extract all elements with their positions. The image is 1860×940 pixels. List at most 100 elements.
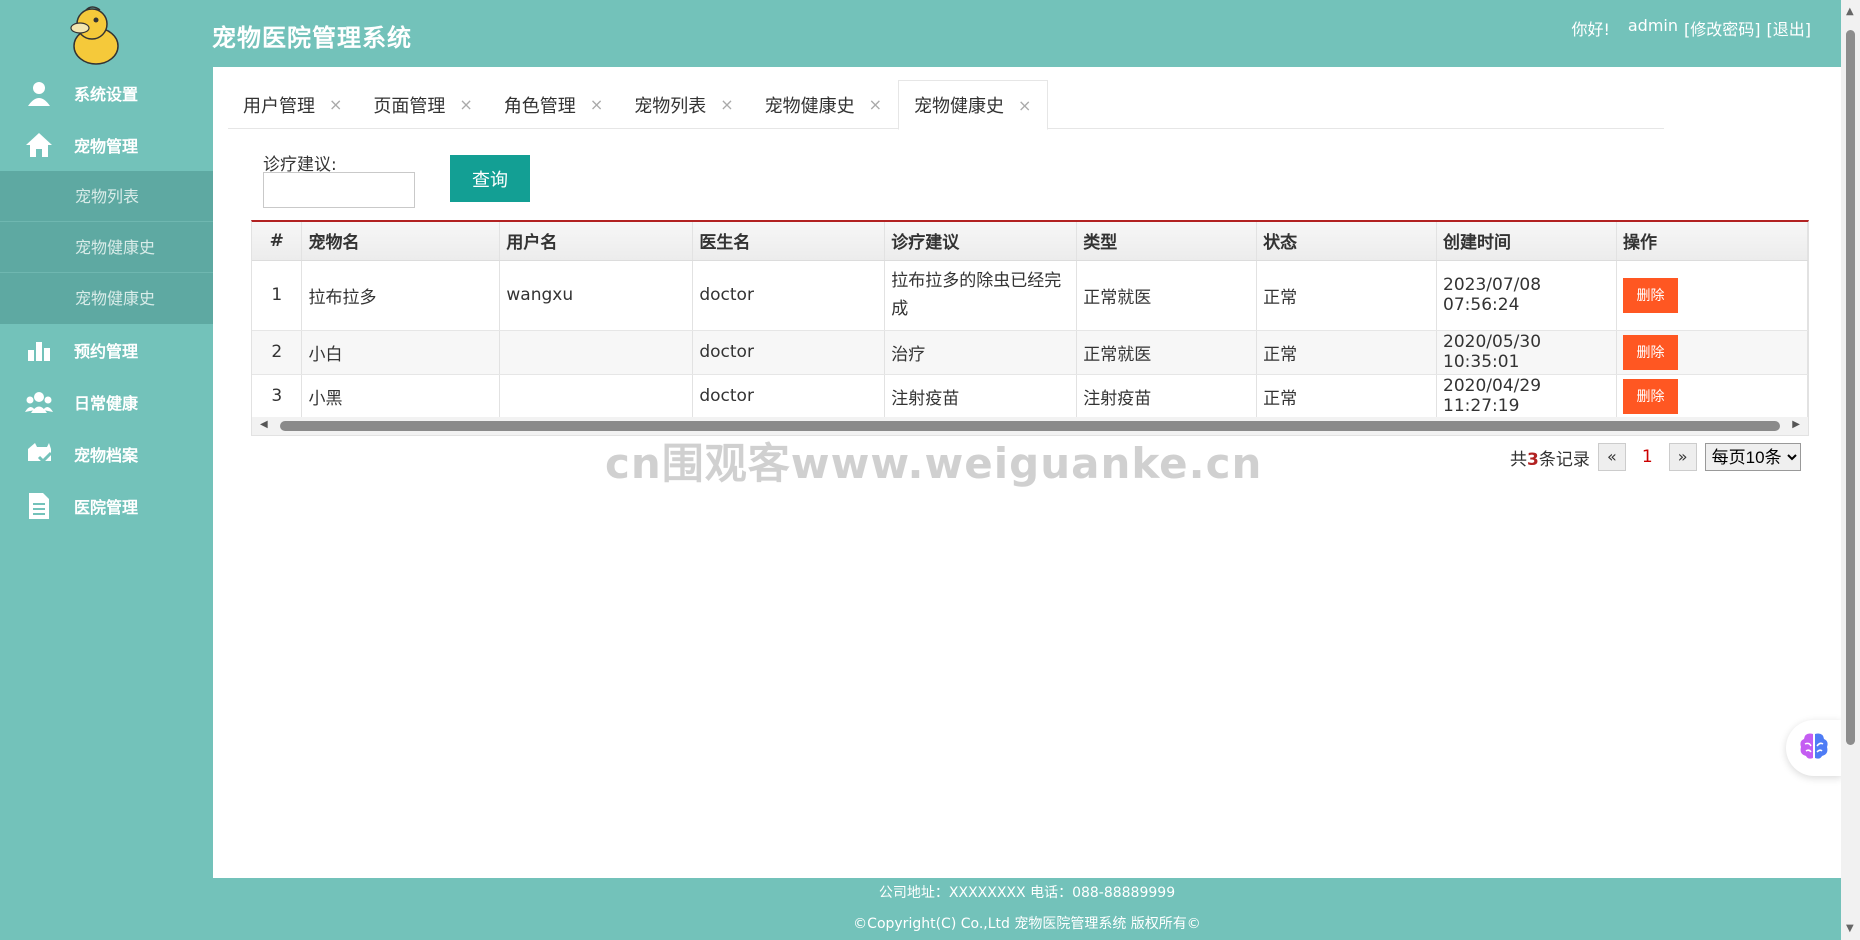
column-header: 诊疗建议 bbox=[884, 222, 1078, 261]
user-name-cell bbox=[499, 374, 694, 419]
tab-label: 用户管理 bbox=[243, 95, 315, 117]
table-row: 1 拉布拉多 wangxu doctor 拉布拉多的除虫已经完成 正常就医 正常… bbox=[252, 260, 1808, 331]
tab-label: 角色管理 bbox=[503, 95, 576, 117]
record-count-prefix: 共 bbox=[1510, 449, 1527, 470]
pet-name-cell: 拉布拉多 bbox=[301, 260, 501, 331]
current-page[interactable]: 1 bbox=[1634, 447, 1661, 467]
column-header: 类型 bbox=[1076, 222, 1258, 261]
pet-name-cell: 小白 bbox=[301, 330, 501, 375]
sidebar-item-pet-records[interactable]: 宠物档案 bbox=[0, 428, 213, 480]
column-header: # bbox=[252, 222, 303, 261]
doctor-name-cell: doctor bbox=[692, 330, 886, 375]
health-history-table: # 宠物名 用户名 医生名 诊疗建议 类型 状态 创建时间 操作 1 拉布拉多 … bbox=[251, 220, 1809, 436]
created-time-cell: 2020/04/29 11:27:19 bbox=[1436, 374, 1617, 419]
delete-button[interactable]: 删除 bbox=[1623, 378, 1678, 414]
user-bar: 你好! admin [修改密码] [退出] bbox=[1571, 16, 1811, 40]
sidebar-subitem-pet-list[interactable]: 宠物列表 bbox=[0, 171, 213, 222]
assistant-float-button[interactable] bbox=[1786, 720, 1842, 776]
record-count-text: 共3条记录 bbox=[1510, 445, 1590, 470]
sidebar-item-appointments[interactable]: 预约管理 bbox=[0, 324, 213, 376]
column-header: 医生名 bbox=[692, 222, 886, 261]
sidebar-subitem-pet-health-history-2[interactable]: 宠物健康史 bbox=[0, 273, 213, 324]
scroll-right-arrow-icon[interactable]: ▶ bbox=[1792, 419, 1800, 430]
logout-link[interactable]: [退出] bbox=[1767, 16, 1812, 40]
document-icon bbox=[24, 491, 54, 521]
close-icon[interactable]: × bbox=[720, 95, 733, 114]
user-name-cell bbox=[499, 330, 694, 375]
close-icon[interactable]: × bbox=[869, 95, 882, 114]
status-cell: 正常 bbox=[1256, 260, 1438, 331]
table-header-row: # 宠物名 用户名 医生名 诊疗建议 类型 状态 创建时间 操作 bbox=[252, 222, 1808, 261]
tab-label: 宠物健康史 bbox=[764, 95, 855, 117]
row-number: 2 bbox=[252, 330, 303, 375]
type-cell: 正常就医 bbox=[1076, 260, 1258, 331]
advice-cell: 拉布拉多的除虫已经完成 bbox=[884, 260, 1078, 331]
scroll-up-arrow-icon[interactable]: ▲ bbox=[1846, 6, 1854, 17]
sidebar-item-daily-health[interactable]: 日常健康 bbox=[0, 376, 213, 428]
next-page-button[interactable]: » bbox=[1668, 443, 1697, 471]
sidebar-item-hospital-management[interactable]: 医院管理 bbox=[0, 480, 213, 532]
created-time-cell: 2023/07/08 07:56:24 bbox=[1436, 260, 1617, 331]
tab-bar: 用户管理 × 页面管理 × 角色管理 × 宠物列表 × 宠物健康史 × 宠物健康史 × bbox=[228, 80, 1664, 130]
type-cell: 正常就医 bbox=[1076, 330, 1258, 375]
per-page-select[interactable]: 每页10条 bbox=[1704, 443, 1801, 471]
tab-page-management[interactable]: 页面管理 × bbox=[358, 80, 488, 129]
close-icon[interactable]: × bbox=[459, 95, 472, 114]
record-count: 3 bbox=[1527, 449, 1539, 470]
prev-page-button[interactable]: « bbox=[1597, 443, 1626, 471]
query-button[interactable]: 查询 bbox=[450, 155, 530, 202]
delete-button[interactable]: 删除 bbox=[1623, 334, 1678, 370]
action-cell: 删除 bbox=[1616, 260, 1808, 331]
tab-label: 宠物列表 bbox=[634, 95, 707, 117]
username-link[interactable]: admin bbox=[1628, 16, 1678, 40]
footer-address: 公司地址：XXXXXXXX 电话：088-88889999 bbox=[878, 885, 1176, 901]
advice-cell: 注射疫苗 bbox=[884, 374, 1078, 419]
sidebar-item-system-settings[interactable]: 系统设置 bbox=[0, 67, 213, 119]
sidebar-item-label: 医院管理 bbox=[74, 498, 139, 517]
close-icon[interactable]: × bbox=[590, 95, 603, 114]
sidebar-item-label: 宠物管理 bbox=[74, 137, 139, 156]
tab-label: 宠物健康史 bbox=[914, 96, 1005, 117]
tab-pet-health-history[interactable]: 宠物健康史 × bbox=[750, 80, 898, 129]
pet-check-icon bbox=[24, 439, 54, 469]
column-header: 创建时间 bbox=[1436, 222, 1617, 261]
scrollbar-thumb[interactable] bbox=[1846, 30, 1855, 745]
advice-search-input[interactable] bbox=[263, 172, 415, 208]
row-number: 1 bbox=[252, 260, 303, 331]
greeting-text: 你好! bbox=[1571, 20, 1610, 39]
close-icon[interactable]: × bbox=[1018, 96, 1031, 115]
user-icon bbox=[24, 78, 54, 108]
scroll-left-arrow-icon[interactable]: ◀ bbox=[260, 419, 268, 430]
sidebar-item-label: 宠物档案 bbox=[74, 446, 139, 465]
change-password-link[interactable]: [修改密码] bbox=[1684, 16, 1761, 40]
tab-role-management[interactable]: 角色管理 × bbox=[489, 80, 619, 129]
duck-logo-icon bbox=[66, 4, 122, 66]
page-vertical-scrollbar[interactable]: ▲ ▼ bbox=[1841, 0, 1860, 940]
watermark-text: cn围观客www.weiguanke.cn bbox=[605, 439, 1263, 488]
page-footer: 公司地址：XXXXXXXX 电话：088-88889999 ©Copyright… bbox=[213, 878, 1841, 940]
action-cell: 删除 bbox=[1616, 374, 1808, 419]
tab-pet-list[interactable]: 宠物列表 × bbox=[619, 80, 749, 129]
sidebar-item-label: 系统设置 bbox=[74, 85, 139, 104]
sidebar-item-pet-management[interactable]: 宠物管理 bbox=[0, 119, 213, 171]
pet-management-submenu: 宠物列表 宠物健康史 宠物健康史 bbox=[0, 171, 213, 324]
scroll-down-arrow-icon[interactable]: ▼ bbox=[1846, 923, 1854, 934]
advice-cell: 治疗 bbox=[884, 330, 1078, 375]
tab-label: 页面管理 bbox=[373, 95, 446, 117]
tab-pet-health-history-active[interactable]: 宠物健康史 × bbox=[898, 80, 1049, 130]
column-header: 宠物名 bbox=[301, 222, 501, 261]
action-cell: 删除 bbox=[1616, 330, 1808, 375]
delete-button[interactable]: 删除 bbox=[1623, 277, 1678, 313]
table-row: 2 小白 doctor 治疗 正常就医 正常 2020/05/30 10:35:… bbox=[252, 330, 1808, 375]
column-header: 状态 bbox=[1256, 222, 1438, 261]
tab-user-management[interactable]: 用户管理 × bbox=[228, 80, 358, 129]
doctor-name-cell: doctor bbox=[692, 260, 886, 331]
top-header: 宠物医院管理系统 你好! admin [修改密码] [退出] bbox=[0, 0, 1841, 67]
app-title: 宠物医院管理系统 bbox=[212, 24, 412, 52]
pet-name-cell: 小黑 bbox=[301, 374, 501, 419]
status-cell: 正常 bbox=[1256, 374, 1438, 419]
column-header: 操作 bbox=[1616, 222, 1808, 261]
sidebar-item-label: 日常健康 bbox=[74, 394, 139, 413]
close-icon[interactable]: × bbox=[329, 95, 342, 114]
sidebar-subitem-pet-health-history[interactable]: 宠物健康史 bbox=[0, 222, 213, 273]
